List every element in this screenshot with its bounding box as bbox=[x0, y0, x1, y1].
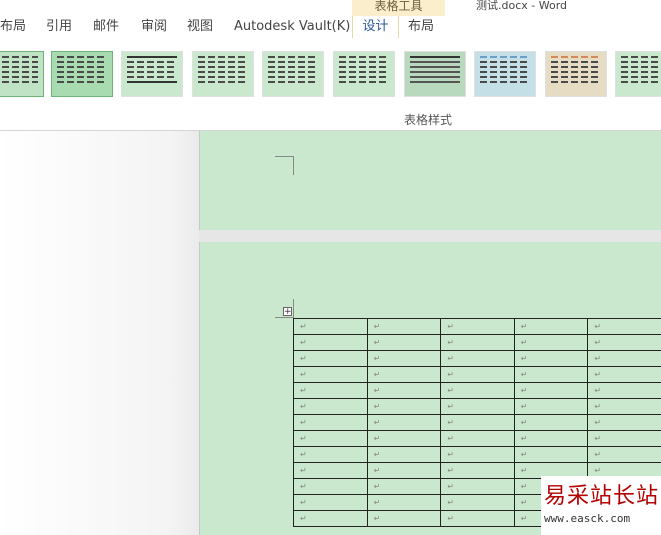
table-cell[interactable]: ↵ bbox=[513, 350, 589, 367]
table-cell[interactable]: ↵ bbox=[293, 382, 368, 399]
table-style-option[interactable] bbox=[0, 51, 44, 97]
table-cell[interactable]: ↵ bbox=[366, 430, 442, 447]
table-cell[interactable]: ↵ bbox=[587, 350, 661, 367]
table-cell[interactable]: ↵ bbox=[587, 430, 661, 447]
table-cell[interactable]: ↵ bbox=[366, 446, 442, 463]
table-cell[interactable]: ↵ bbox=[513, 430, 589, 447]
table-cell[interactable]: ↵ bbox=[366, 334, 442, 351]
document-area[interactable]: + ↵ ↵ ↵ ↵ ↵ ↵ ↵ ↵ ↵ ↵ ↵ ↵ ↵ ↵ ↵ ↵ ↵ ↵ ↵ ↵ ↵ ↵ ↵ ↵ ↵ ↵ ↵ ↵ ↵ ↵ ↵ ↵ ↵ ↵ ↵ ↵ ↵ ↵… bbox=[199, 131, 661, 535]
table-cell[interactable]: ↵ bbox=[440, 382, 515, 399]
table-cell[interactable]: ↵ bbox=[440, 494, 515, 511]
table-tools-title: 表格工具 bbox=[374, 0, 423, 13]
table-cell[interactable]: ↵ bbox=[293, 510, 368, 527]
table-cell[interactable]: ↵ bbox=[366, 478, 442, 495]
table-row: ↵↵↵↵↵ bbox=[293, 382, 661, 399]
table-row: ↵↵↵↵↵ bbox=[293, 446, 661, 463]
table-style-option[interactable] bbox=[262, 51, 324, 97]
table-cell[interactable]: ↵ bbox=[293, 494, 368, 511]
tab-layout-page[interactable]: 布局 bbox=[0, 16, 26, 38]
table-row: ↵↵↵↵↵ bbox=[293, 350, 661, 367]
table-cell[interactable]: ↵ bbox=[587, 318, 661, 335]
table-cell[interactable]: ↵ bbox=[293, 398, 368, 415]
table-cell[interactable]: ↵ bbox=[366, 318, 442, 335]
table-row: ↵↵↵↵↵ bbox=[293, 414, 661, 431]
watermark-url: www.easck.com bbox=[544, 512, 631, 525]
table-cell[interactable]: ↵ bbox=[440, 462, 515, 479]
table-cell[interactable]: ↵ bbox=[513, 414, 589, 431]
table-cell[interactable]: ↵ bbox=[513, 382, 589, 399]
table-cell[interactable]: ↵ bbox=[513, 446, 589, 463]
move-table-icon[interactable]: + bbox=[283, 307, 292, 317]
table-cell[interactable]: ↵ bbox=[293, 350, 368, 367]
tab-references[interactable]: 引用 bbox=[46, 16, 72, 38]
navigation-pane bbox=[0, 131, 199, 535]
tab-mailings[interactable]: 邮件 bbox=[93, 16, 119, 38]
table-cell[interactable]: ↵ bbox=[293, 462, 368, 479]
watermark-title: 易采站长站 bbox=[544, 484, 660, 509]
table-cell[interactable]: ↵ bbox=[366, 350, 442, 367]
table-style-option[interactable] bbox=[121, 51, 183, 97]
window-title: 测试.docx - Word bbox=[476, 0, 568, 12]
page bbox=[199, 131, 661, 230]
table-cell[interactable]: ↵ bbox=[293, 318, 368, 335]
table-cell[interactable]: ↵ bbox=[513, 366, 589, 383]
table-style-option[interactable] bbox=[545, 51, 607, 97]
table-style-option[interactable] bbox=[474, 51, 536, 97]
table-style-option[interactable] bbox=[615, 51, 661, 97]
tab-autodesk-vault[interactable]: Autodesk Vault(K) bbox=[234, 16, 350, 38]
table-cell[interactable]: ↵ bbox=[587, 398, 661, 415]
table-cell[interactable]: ↵ bbox=[587, 334, 661, 351]
table-row: ↵↵↵↵↵ bbox=[293, 366, 661, 383]
table-cell[interactable]: ↵ bbox=[513, 318, 589, 335]
watermark-logo: 易采站长站 www.easck.com bbox=[541, 476, 661, 535]
table-cell[interactable]: ↵ bbox=[366, 366, 442, 383]
tab-view[interactable]: 视图 bbox=[187, 16, 213, 38]
table-cell[interactable]: ↵ bbox=[293, 430, 368, 447]
table-cell[interactable]: ↵ bbox=[513, 334, 589, 351]
table-cell[interactable]: ↵ bbox=[440, 318, 515, 335]
table-row: ↵↵↵↵↵ bbox=[293, 398, 661, 415]
table-cell[interactable]: ↵ bbox=[366, 382, 442, 399]
table-row: ↵↵↵↵↵ bbox=[293, 318, 661, 335]
table-cell[interactable]: ↵ bbox=[440, 350, 515, 367]
tab-design[interactable]: 设计 bbox=[352, 16, 399, 38]
tab-table-layout[interactable]: 布局 bbox=[408, 16, 434, 38]
table-cell[interactable]: ↵ bbox=[366, 414, 442, 431]
table-cell[interactable]: ↵ bbox=[366, 462, 442, 479]
table-style-option[interactable] bbox=[192, 51, 254, 97]
table-cell[interactable]: ↵ bbox=[587, 382, 661, 399]
table-cell[interactable]: ↵ bbox=[440, 446, 515, 463]
table-cell[interactable]: ↵ bbox=[440, 430, 515, 447]
table-cell[interactable]: ↵ bbox=[587, 414, 661, 431]
table-cell[interactable]: ↵ bbox=[513, 398, 589, 415]
table-styles-group-label: 表格样式 bbox=[404, 113, 453, 127]
tab-review[interactable]: 审阅 bbox=[141, 16, 167, 38]
table-style-option[interactable] bbox=[51, 51, 113, 97]
table-cell[interactable]: ↵ bbox=[440, 510, 515, 527]
table-styles-gallery bbox=[0, 48, 661, 100]
table-cell[interactable]: ↵ bbox=[293, 414, 368, 431]
table-cell[interactable]: ↵ bbox=[293, 446, 368, 463]
table-row: ↵↵↵↵↵ bbox=[293, 334, 661, 351]
table-cell[interactable]: ↵ bbox=[440, 478, 515, 495]
table-cell[interactable]: ↵ bbox=[293, 478, 368, 495]
table-style-option[interactable] bbox=[333, 51, 395, 97]
margin-corner-mark bbox=[275, 156, 294, 175]
table-cell[interactable]: ↵ bbox=[440, 334, 515, 351]
table-cell[interactable]: ↵ bbox=[366, 494, 442, 511]
table-cell[interactable]: ↵ bbox=[587, 366, 661, 383]
table-cell[interactable]: ↵ bbox=[293, 366, 368, 383]
ribbon: 表格工具 测试.docx - Word 布局 引用 邮件 审阅 视图 Autod… bbox=[0, 0, 661, 131]
table-style-option[interactable] bbox=[404, 51, 466, 97]
table-cell[interactable]: ↵ bbox=[587, 446, 661, 463]
table-row: ↵↵↵↵↵ bbox=[293, 430, 661, 447]
table-cell[interactable]: ↵ bbox=[366, 510, 442, 527]
table-cell[interactable]: ↵ bbox=[440, 398, 515, 415]
table-cell[interactable]: ↵ bbox=[440, 414, 515, 431]
table-cell[interactable]: ↵ bbox=[440, 366, 515, 383]
table-cell[interactable]: ↵ bbox=[366, 398, 442, 415]
table-cell[interactable]: ↵ bbox=[293, 334, 368, 351]
